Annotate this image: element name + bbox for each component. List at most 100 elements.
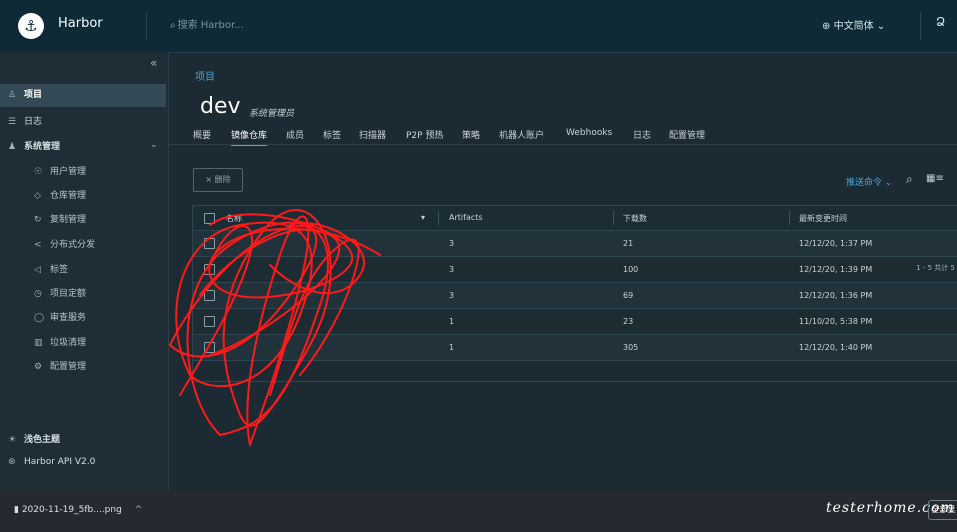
sidebar-item-label: 系统管理 bbox=[24, 142, 61, 152]
redaction-scribble bbox=[169, 209, 381, 446]
language-label: 中文简体 bbox=[833, 21, 874, 32]
show-all-button[interactable]: 全部显示 bbox=[928, 500, 957, 520]
pull-count: 69 bbox=[623, 291, 634, 300]
box-icon: ◇ bbox=[34, 191, 41, 201]
column-divider bbox=[789, 211, 790, 225]
push-command-label: 推送命令 bbox=[846, 178, 883, 188]
sidebar-item-interrogation[interactable]: ◯ 审查服务 bbox=[34, 310, 86, 323]
role-badge: 系统管理员 bbox=[249, 109, 295, 119]
trash-icon: ▥ bbox=[34, 338, 43, 348]
language-switcher[interactable]: ⊕ 中文简体 ⌄ bbox=[822, 17, 885, 32]
tab-labels[interactable]: 标签 bbox=[323, 128, 341, 141]
collapse-sidebar-icon[interactable]: « bbox=[150, 56, 157, 70]
tag-icon: ◁ bbox=[34, 265, 41, 275]
tab-configuration[interactable]: 配置管理 bbox=[669, 128, 705, 141]
tab-webhooks[interactable]: Webhooks bbox=[566, 128, 612, 138]
sidebar-item-label: 审查服务 bbox=[50, 313, 87, 323]
pull-count: 21 bbox=[623, 239, 634, 248]
shield-icon: ◯ bbox=[34, 313, 45, 323]
sidebar-item-users[interactable]: ☉ 用户管理 bbox=[34, 164, 86, 177]
updated-time: 11/10/20, 5:38 PM bbox=[799, 317, 873, 326]
admin-icon: ♟ bbox=[8, 142, 17, 152]
sidebar-item-label: 复制管理 bbox=[50, 215, 87, 225]
scribble-stroke bbox=[169, 224, 318, 358]
api-icon: ⊛ bbox=[8, 457, 16, 467]
quota-icon: ◷ bbox=[34, 289, 42, 299]
sidebar-item-quotas[interactable]: ◷ 项目定额 bbox=[34, 286, 86, 299]
global-search[interactable]: ⌕ 搜索 Harbor... bbox=[170, 16, 244, 31]
chevron-down-icon: ⌄ bbox=[884, 178, 893, 188]
artifacts-count: 1 bbox=[449, 343, 455, 352]
chevron-up-icon[interactable]: ^ bbox=[135, 505, 143, 515]
api-label: Harbor API V2.0 bbox=[24, 457, 96, 467]
tab-logs[interactable]: 日志 bbox=[633, 128, 651, 141]
search-icon[interactable]: ⌕ bbox=[906, 172, 913, 187]
push-command-button[interactable]: 推送命令 ⌄ bbox=[846, 175, 892, 188]
tab-policy[interactable]: 策略 bbox=[462, 128, 480, 141]
list-icon: ☰ bbox=[8, 117, 17, 127]
share-icon: < bbox=[34, 240, 42, 250]
sidebar-item-label: 用户管理 bbox=[50, 167, 87, 177]
sidebar-item-logs[interactable]: ☰ 日志 bbox=[8, 114, 42, 127]
tab-scanner[interactable]: 扫描器 bbox=[359, 128, 386, 141]
top-navbar: ⚓ Harbor ⌕ 搜索 Harbor... ⊕ 中文简体 ⌄ Ձ bbox=[0, 0, 957, 53]
artifacts-count: 3 bbox=[449, 265, 455, 274]
column-artifacts[interactable]: Artifacts bbox=[449, 213, 483, 222]
sidebar-item-distributions[interactable]: < 分布式分发 bbox=[34, 237, 95, 250]
column-pulls[interactable]: 下载数 bbox=[623, 213, 647, 224]
artifacts-count: 3 bbox=[449, 291, 455, 300]
search-input[interactable]: 搜索 Harbor... bbox=[178, 20, 244, 31]
user-menu-icon[interactable]: Ձ bbox=[936, 15, 945, 29]
sidebar-item-replications[interactable]: ↻ 复制管理 bbox=[34, 212, 86, 225]
sidebar-item-labels[interactable]: ◁ 标签 bbox=[34, 262, 68, 275]
sync-icon: ↻ bbox=[34, 215, 42, 225]
column-divider bbox=[438, 211, 439, 225]
theme-toggle[interactable]: ☀ 浅色主题 bbox=[8, 432, 60, 445]
sidebar-item-admin[interactable]: ♟ 系统管理 bbox=[8, 139, 60, 152]
sidebar-item-label: 分布式分发 bbox=[50, 240, 96, 250]
updated-time: 12/12/20, 1:40 PM bbox=[799, 343, 873, 352]
search-icon: ⌕ bbox=[170, 20, 176, 31]
delete-button[interactable]: × 删除 bbox=[193, 168, 243, 192]
artifacts-count: 1 bbox=[449, 317, 455, 326]
download-item[interactable]: ▮ 2020-11-19_5fb....png ^ bbox=[14, 505, 142, 515]
sun-icon: ☀ bbox=[8, 435, 17, 445]
scribble-stroke bbox=[246, 215, 310, 446]
sidebar-item-registries[interactable]: ◇ 仓库管理 bbox=[34, 188, 86, 201]
sidebar-item-configuration[interactable]: ⚙ 配置管理 bbox=[34, 359, 86, 372]
tab-p2p-preheat[interactable]: P2P 预热 bbox=[406, 128, 443, 141]
sidebar-item-gc[interactable]: ▥ 垃圾清理 bbox=[34, 335, 86, 348]
sidebar: « ♙ 项目 ☰ 日志 ♟ 系统管理 ⌄ ☉ 用户管理 ◇ 仓库管理 ↻ 复制管理 < 分布式… bbox=[0, 52, 169, 490]
updated-time: 12/12/20, 1:39 PM bbox=[799, 265, 873, 274]
sidebar-item-label: 项目定额 bbox=[50, 289, 87, 299]
tab-underline bbox=[169, 144, 957, 145]
sidebar-item-label: 垃圾清理 bbox=[50, 338, 87, 348]
header-divider bbox=[146, 12, 147, 40]
chevron-down-icon[interactable]: ⌄ bbox=[150, 140, 158, 150]
pull-count: 23 bbox=[623, 317, 634, 326]
users-icon: ☉ bbox=[34, 167, 43, 177]
tab-members[interactable]: 成员 bbox=[286, 128, 304, 141]
gear-icon: ⚙ bbox=[34, 362, 43, 372]
breadcrumb[interactable]: 项目 bbox=[195, 68, 215, 83]
sidebar-item-label: 仓库管理 bbox=[50, 191, 87, 201]
api-link[interactable]: ⊛ Harbor API V2.0 bbox=[8, 457, 95, 467]
view-toggle-icon[interactable]: ▦≡ bbox=[926, 173, 944, 184]
tab-summary[interactable]: 概要 bbox=[193, 128, 211, 141]
header-divider-right bbox=[920, 12, 921, 40]
column-updated[interactable]: 最新变更时间 bbox=[799, 213, 847, 224]
column-divider bbox=[613, 211, 614, 225]
updated-time: 12/12/20, 1:36 PM bbox=[799, 291, 873, 300]
brand-name[interactable]: Harbor bbox=[58, 16, 103, 31]
page-title: dev bbox=[200, 94, 241, 119]
download-filename: 2020-11-19_5fb....png bbox=[21, 505, 122, 515]
sidebar-item-label: 标签 bbox=[50, 265, 69, 275]
sidebar-item-projects[interactable]: ♙ 项目 bbox=[0, 84, 166, 107]
filter-icon[interactable]: ▾ bbox=[421, 213, 425, 222]
scribble-strokes bbox=[169, 209, 381, 446]
pagination-summary: 1 - 5 共计 5 bbox=[916, 264, 955, 272]
artifacts-count: 3 bbox=[449, 239, 455, 248]
tab-robot-accounts[interactable]: 机器人账户 bbox=[499, 128, 544, 141]
harbor-logo-icon[interactable]: ⚓ bbox=[18, 13, 44, 39]
sidebar-item-label: 配置管理 bbox=[50, 362, 87, 372]
